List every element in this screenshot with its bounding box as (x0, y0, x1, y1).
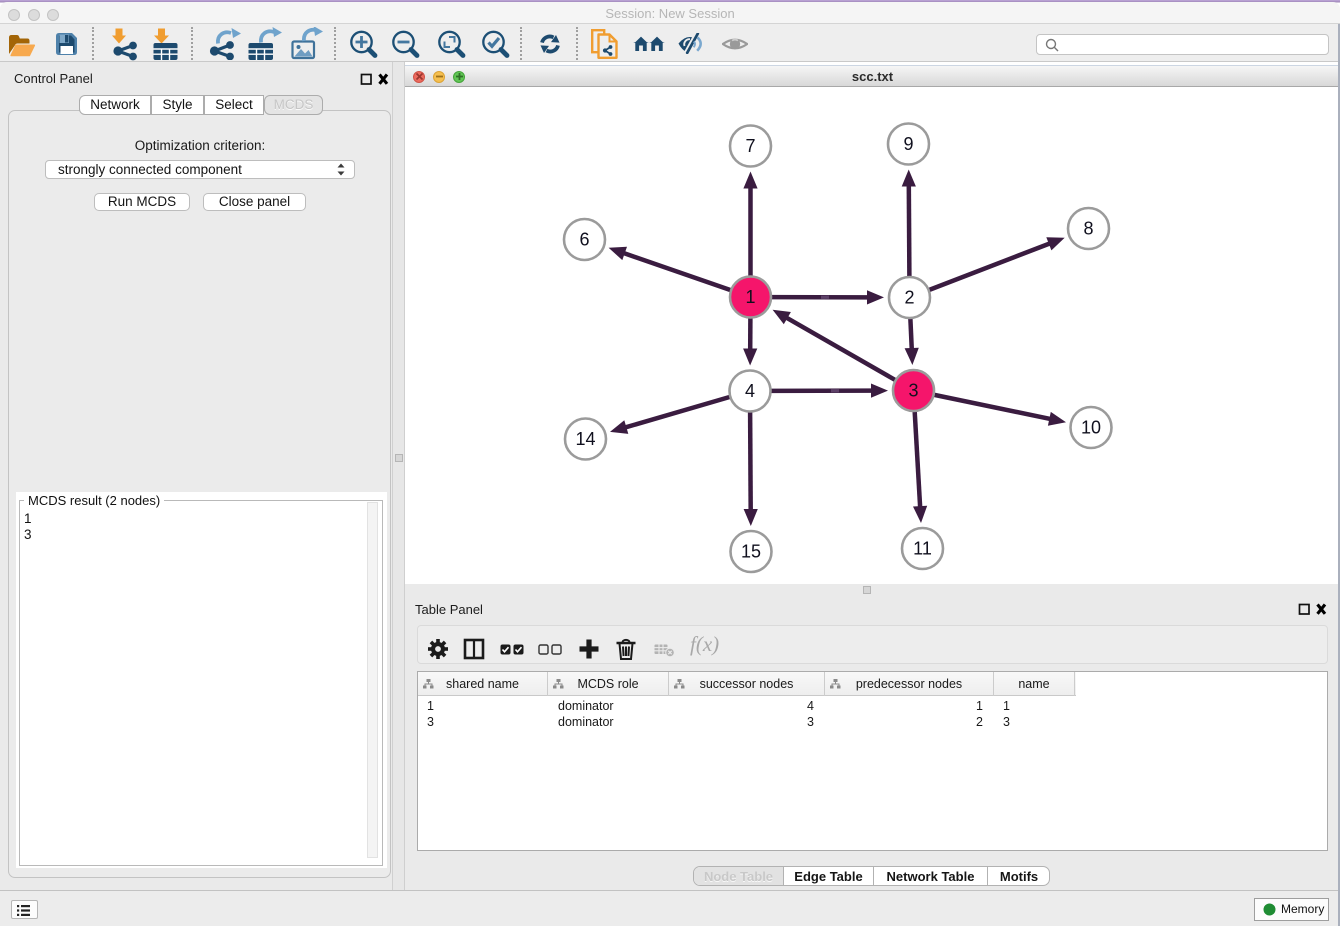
svg-text:14: 14 (575, 429, 595, 449)
svg-text:3: 3 (908, 381, 918, 401)
svg-text:4: 4 (745, 381, 755, 401)
svg-text:1: 1 (745, 287, 755, 307)
svg-text:8: 8 (1083, 219, 1093, 239)
svg-text:9: 9 (903, 134, 913, 154)
svg-text:11: 11 (913, 539, 932, 559)
svg-text:15: 15 (741, 542, 761, 562)
svg-text:6: 6 (579, 230, 589, 250)
svg-text:10: 10 (1081, 418, 1101, 438)
svg-text:2: 2 (904, 288, 914, 308)
svg-text:7: 7 (745, 136, 755, 156)
